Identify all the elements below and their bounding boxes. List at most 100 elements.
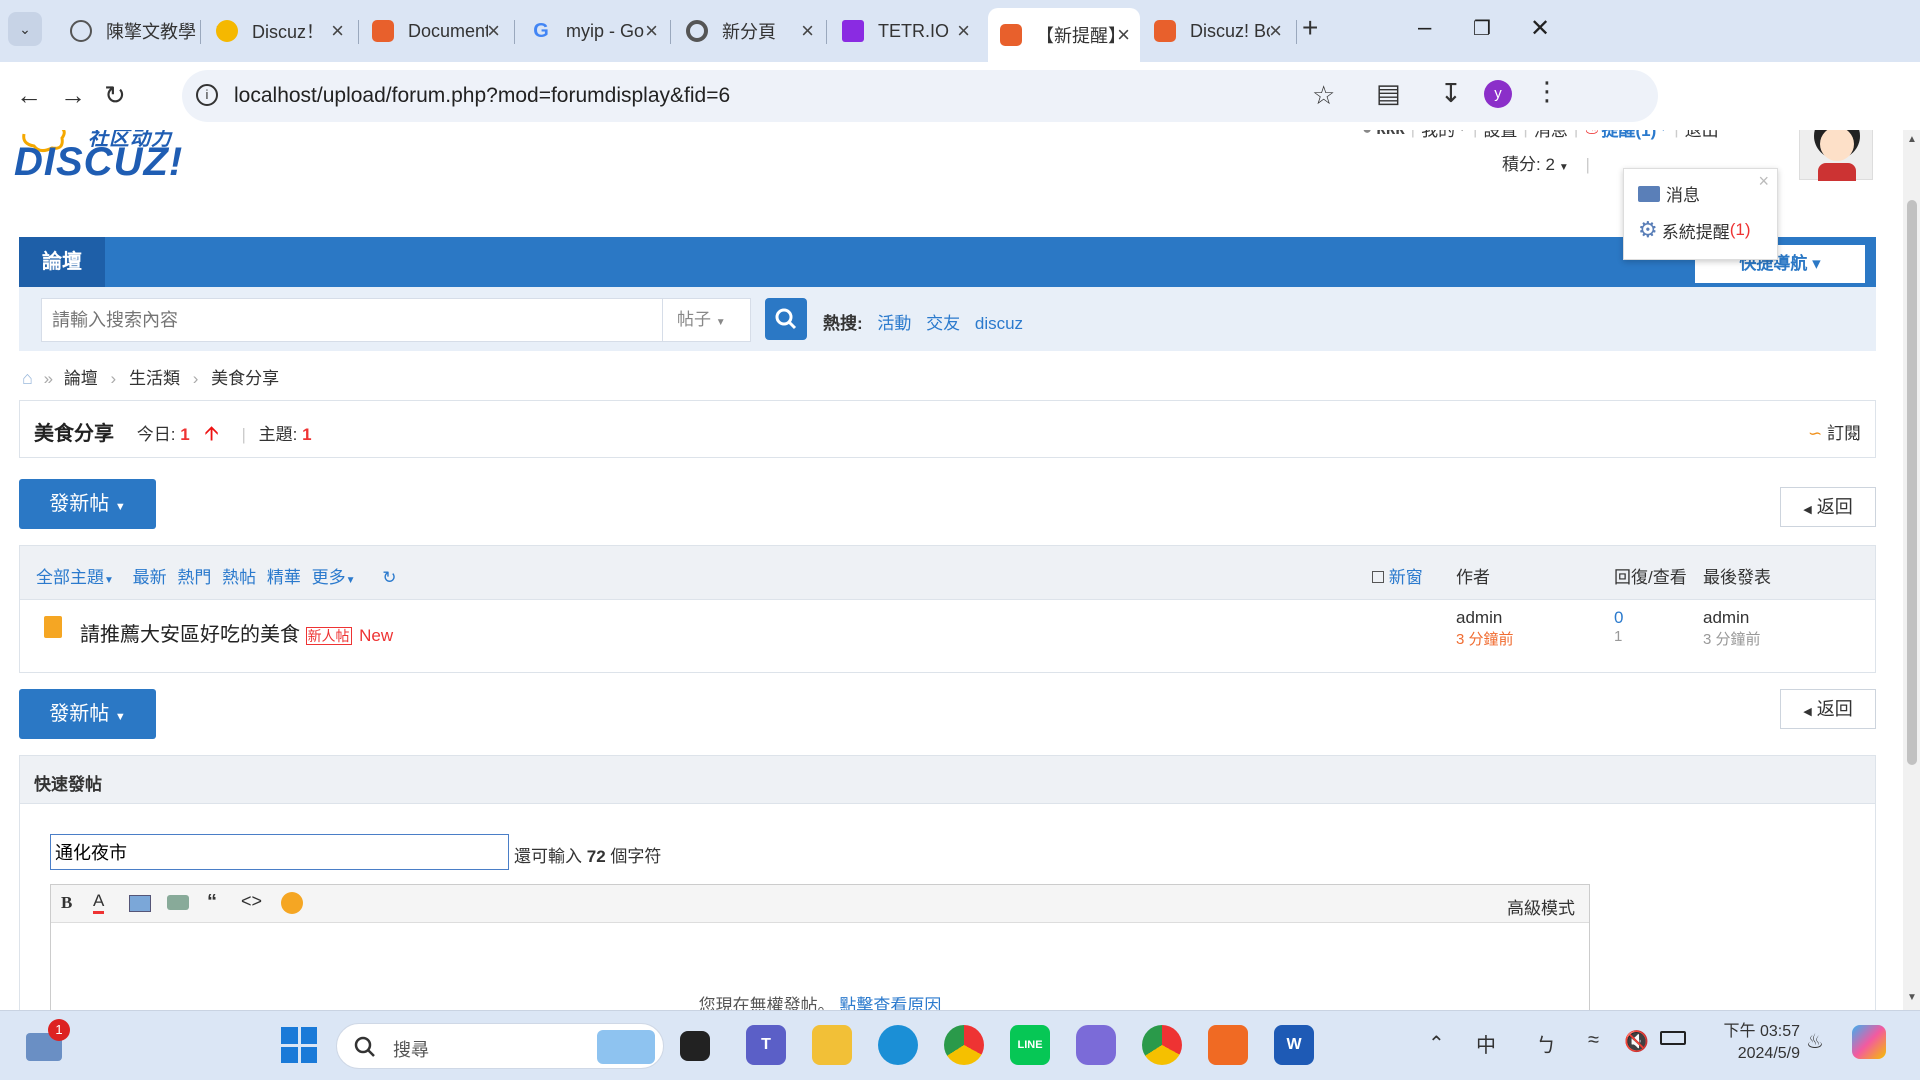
username-link[interactable]: kkk [1376,130,1404,139]
battery-icon[interactable] [1660,1031,1686,1045]
chrome-profile-icon[interactable] [1142,1025,1182,1065]
menu-icon[interactable]: ⋮ [1534,76,1560,107]
hot-link[interactable]: 交友 [926,314,960,333]
subject-input[interactable] [50,834,509,870]
task-view-icon[interactable] [680,1031,710,1061]
minimize-button[interactable]: – [1418,14,1431,42]
restore-button[interactable]: ❐ [1473,16,1491,41]
clock[interactable]: 下午 03:57 2024/5/9 [1700,1021,1801,1065]
thread-title[interactable]: 請推薦大安區好吃的美食 [80,624,300,646]
filter-digest[interactable]: 精華 [267,568,301,587]
hot-link[interactable]: 活動 [877,314,911,333]
address-bar[interactable]: i localhost/upload/forum.php?mod=forumdi… [182,70,1658,122]
site-info-icon[interactable]: i [196,84,218,106]
teams-icon[interactable]: T [746,1025,786,1065]
word-icon[interactable]: W [1274,1025,1314,1065]
image-icon[interactable] [129,895,151,912]
close-icon[interactable]: × [1117,22,1130,48]
page-scrollbar[interactable]: ▲ ▼ [1903,130,1920,1010]
thread-author[interactable]: admin [1456,608,1514,628]
url-text[interactable]: localhost/upload/forum.php?mod=forumdisp… [234,84,730,108]
see-reason-link[interactable]: 點擊查看原因 [839,996,941,1010]
bookmark-star-icon[interactable]: ☆ [1312,80,1335,111]
chrome-icon[interactable] [944,1025,984,1065]
close-icon[interactable]: × [957,18,970,44]
file-explorer-icon[interactable] [812,1025,852,1065]
nav-forum-tab[interactable]: 論壇 [19,237,105,287]
download-icon[interactable]: ↧ [1440,78,1462,109]
logout-link[interactable]: 退出 [1685,130,1719,141]
filter-all[interactable]: 全部主題 [36,568,104,587]
reminder-link[interactable]: 提醒(1) [1602,130,1657,141]
taskbar-search[interactable]: 搜尋 [336,1023,664,1069]
close-window-button[interactable]: ✕ [1530,14,1550,43]
extensions-icon[interactable]: ▤ [1376,78,1401,109]
browser-tab-5[interactable]: 新分頁 × [674,10,824,52]
filter-hotpost[interactable]: 熱帖 [222,568,256,587]
subscribe-link[interactable]: ∽ 訂閱 [1808,419,1861,444]
close-icon[interactable]: × [645,18,658,44]
breadcrumb-item[interactable]: 論壇 [64,369,98,388]
filter-latest[interactable]: 最新 [133,568,167,587]
quote-icon[interactable]: “ [207,891,217,914]
new-tab-button[interactable]: + [1302,12,1318,44]
close-icon[interactable]: × [1758,171,1769,192]
search-type-select[interactable]: 帖子 ▼ [662,299,752,341]
ime-bopomofo[interactable]: ㄅ [1536,1029,1556,1058]
thread-replies[interactable]: 0 [1614,608,1623,628]
bold-icon[interactable]: B [61,893,72,913]
credits[interactable]: 積分: 2 ▼ | [1502,150,1590,175]
volume-icon[interactable]: 🔇 [1624,1029,1649,1054]
back-button[interactable]: ← [16,80,42,111]
filter-hot[interactable]: 熱門 [177,568,211,587]
ime-mode[interactable]: 中 [1476,1029,1496,1058]
browser-tab-8[interactable]: Discuz! Bo × [1142,10,1292,52]
close-icon[interactable]: × [1269,18,1282,44]
back-link-button-bottom[interactable]: ◀ 返回 [1780,689,1876,729]
profile-avatar[interactable]: y [1484,80,1512,108]
copilot-icon[interactable] [1076,1025,1116,1065]
bell-icon[interactable]: ♨ [1806,1029,1824,1054]
new-window-toggle[interactable]: 新窗 [1372,563,1423,588]
font-color-icon[interactable]: A [93,891,105,914]
link-icon[interactable] [167,895,189,910]
last-post-time[interactable]: 3 分鐘前 [1703,628,1761,649]
edge-icon[interactable] [878,1025,918,1065]
new-post-button[interactable]: 發新帖 ▼ [19,479,156,529]
close-icon[interactable]: × [331,18,344,44]
new-post-button-bottom[interactable]: 發新帖 ▼ [19,689,156,739]
dropdown-item-messages[interactable]: 消息 [1638,181,1700,206]
emoji-icon[interactable] [281,892,303,914]
my-menu[interactable]: 我的 [1421,130,1455,141]
reload-button[interactable]: ↻ [104,80,126,111]
chevron-up-icon[interactable]: ⌃ [1428,1031,1445,1056]
settings-link[interactable]: 設置 [1483,130,1517,141]
browser-tab-2[interactable]: Discuz！官 × [204,10,354,52]
copilot-pre-icon[interactable] [1852,1025,1886,1059]
dropdown-item-system[interactable]: ⚙ 系統提醒 (1) [1638,217,1751,243]
close-icon[interactable]: × [487,18,500,44]
code-icon[interactable]: <> [241,891,262,912]
line-icon[interactable]: LINE [1010,1025,1050,1065]
browser-tab-3[interactable]: Document × [360,10,510,52]
user-avatar[interactable] [1799,130,1873,181]
browser-tab-7-active[interactable]: 【新提醒】 × [988,8,1140,62]
hot-link[interactable]: discuz [975,314,1023,333]
search-button[interactable] [765,298,807,340]
refresh-icon[interactable]: ↻ [382,568,396,587]
browser-tab-6[interactable]: TETR.IO × [830,10,980,52]
wifi-icon[interactable]: ≈ [1588,1029,1599,1052]
advanced-mode-link[interactable]: 高級模式 [1507,894,1575,919]
start-button[interactable] [281,1027,317,1063]
tab-search-button[interactable]: ⌄ [8,12,42,46]
scrollbar-thumb[interactable] [1907,200,1917,765]
forward-button[interactable]: → [60,80,86,111]
filter-more[interactable]: 更多 [312,568,346,587]
home-icon[interactable]: ⌂ [22,368,33,388]
close-icon[interactable]: × [801,18,814,44]
messages-link[interactable]: 消息 [1534,130,1568,141]
browser-tab-4[interactable]: G myip - Go × [518,10,668,52]
logo-wordmark[interactable]: DISCUZ! [14,140,183,185]
back-link-button[interactable]: ◀ 返回 [1780,487,1876,527]
xampp-icon[interactable] [1208,1025,1248,1065]
